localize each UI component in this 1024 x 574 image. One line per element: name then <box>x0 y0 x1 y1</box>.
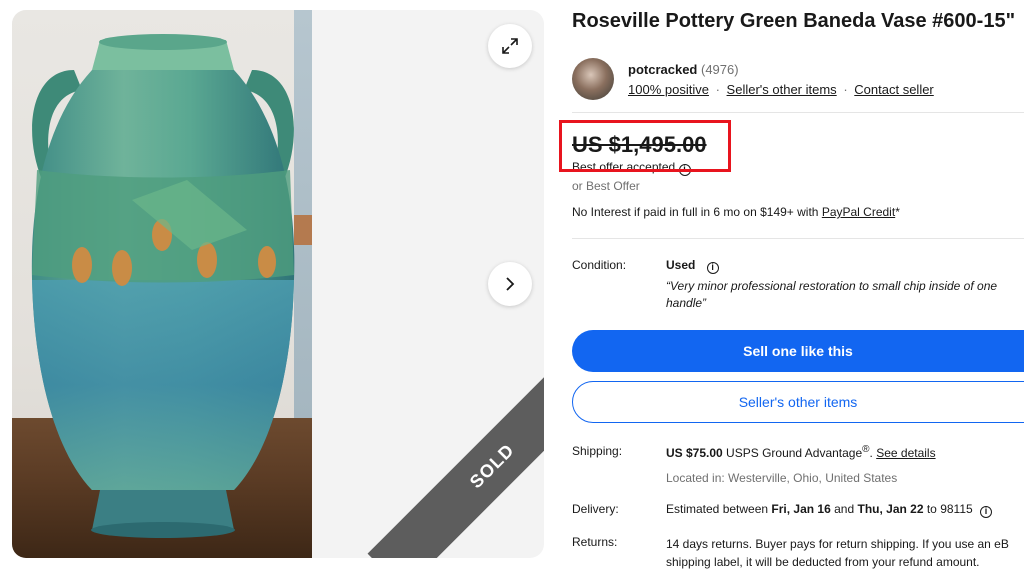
shipping-value: US $75.00 USPS Ground Advantage®. See de… <box>666 444 936 460</box>
shipping-cost: US $75.00 <box>666 446 723 460</box>
separator: · <box>843 82 848 97</box>
or-best-offer: or Best Offer <box>572 179 640 193</box>
financing-text: No Interest if paid in full in 6 mo on $… <box>572 205 822 219</box>
shipping-service: USPS Ground Advantage <box>722 446 863 460</box>
registered-mark: ® <box>862 444 870 455</box>
financing-suffix: * <box>895 205 900 219</box>
delivery-prefix: Estimated between <box>666 502 772 516</box>
condition-text: Used <box>666 258 696 272</box>
delivery-end: Thu, Jan 22 <box>857 502 924 516</box>
delivery-suffix: to 98115 <box>923 502 973 516</box>
seller-positive-link[interactable]: 100% positive <box>628 82 709 97</box>
returns-label: Returns: <box>572 535 618 549</box>
product-photo[interactable] <box>12 10 312 558</box>
seller-info: potcracked (4976) 100% positive · Seller… <box>572 58 1024 102</box>
seller-other-items-button[interactable]: Seller's other items <box>572 381 1024 423</box>
sell-one-like-this-button[interactable]: Sell one like this <box>572 330 1024 372</box>
listing-title: Roseville Pottery Green Baneda Vase #600… <box>572 10 1016 32</box>
seller-name-row: potcracked (4976) <box>628 62 739 77</box>
delivery-start: Fri, Jan 16 <box>771 502 831 516</box>
seller-feedback-count: (4976) <box>701 62 739 77</box>
listing-details: Roseville Pottery Green Baneda Vase #600… <box>572 0 1024 574</box>
expand-image-button[interactable] <box>488 24 532 68</box>
delivery-value: Estimated between Fri, Jan 16 and Thu, J… <box>666 502 993 518</box>
expand-icon <box>502 38 518 54</box>
returns-line-1: 14 days returns. Buyer pays for return s… <box>666 537 1009 551</box>
price-highlight-box <box>559 120 731 172</box>
contact-seller-link[interactable]: Contact seller <box>854 82 933 97</box>
condition-description: “Very minor professional restoration to … <box>666 279 998 310</box>
shipping-label: Shipping: <box>572 444 623 458</box>
next-image-button[interactable] <box>488 262 532 306</box>
image-gallery: SOLD <box>12 10 544 558</box>
financing-info: No Interest if paid in full in 6 mo on $… <box>572 205 900 219</box>
info-icon[interactable]: i <box>706 262 719 274</box>
delivery-label: Delivery: <box>572 502 619 516</box>
divider <box>572 238 1024 239</box>
condition-value: Used i <box>666 258 719 274</box>
chevron-right-icon <box>506 277 515 291</box>
returns-value: 14 days returns. Buyer pays for return s… <box>666 535 1024 571</box>
seller-links: 100% positive · Seller's other items · C… <box>628 82 934 97</box>
see-details-link[interactable]: See details <box>876 446 935 460</box>
divider <box>572 112 1024 113</box>
item-location: Located in: Westerville, Ohio, United St… <box>666 471 898 485</box>
separator: · <box>715 82 720 97</box>
seller-avatar[interactable] <box>572 58 614 100</box>
info-icon[interactable]: i <box>980 506 993 518</box>
sold-ribbon: SOLD <box>367 341 544 558</box>
seller-name[interactable]: potcracked <box>628 62 697 77</box>
delivery-middle: and <box>830 502 858 516</box>
condition-label: Condition: <box>572 258 627 272</box>
vase-image <box>31 34 295 538</box>
returns-line-2: shipping label, it will be deducted from… <box>666 555 980 569</box>
paypal-credit-link[interactable]: PayPal Credit <box>822 205 895 219</box>
seller-other-items-link[interactable]: Seller's other items <box>727 82 837 97</box>
